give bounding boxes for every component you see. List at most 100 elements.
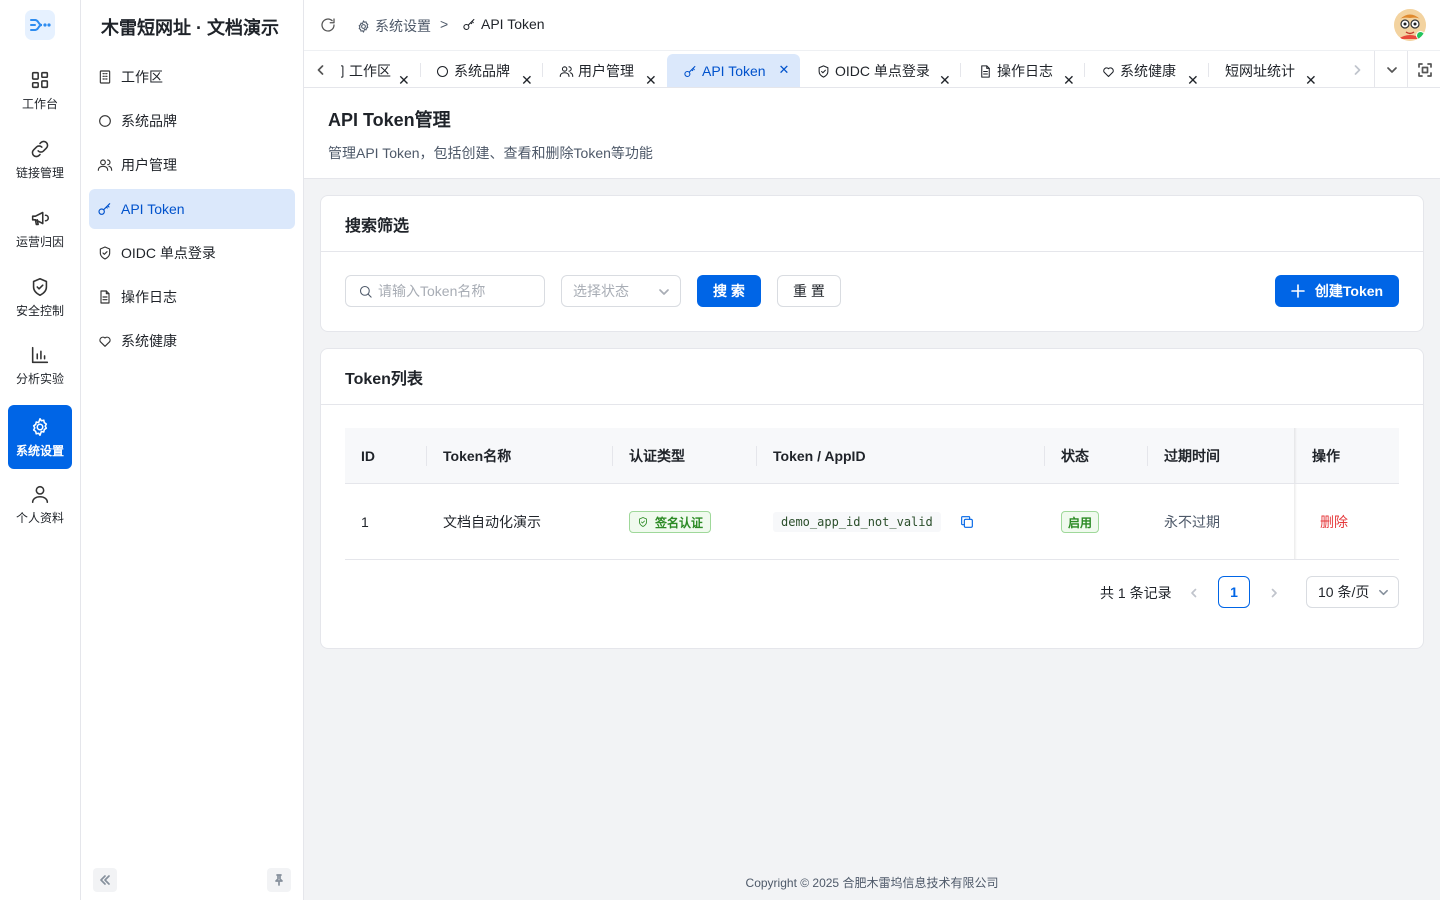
link-icon (31, 140, 49, 158)
collapse-sidebar-button[interactable] (93, 868, 117, 892)
column-divider (612, 446, 613, 466)
users-icon (559, 65, 574, 77)
status-badge: 启用 (1061, 511, 1100, 533)
cell-name: 文档自动化演示 (443, 514, 541, 530)
app-logo[interactable] (25, 10, 55, 40)
sidebar-item-label: API Token (121, 201, 185, 217)
create-token-button[interactable]: 创建Token (1275, 275, 1399, 307)
close-icon[interactable]: ✕ (1187, 63, 1199, 88)
copy-icon[interactable] (959, 514, 975, 530)
rail-item-security[interactable]: 安全控制 (8, 265, 72, 329)
search-button[interactable]: 搜 索 (697, 275, 761, 307)
search-placeholder: 请输入Token名称 (378, 283, 486, 299)
breadcrumb-current: API Token (462, 16, 545, 32)
tab-logs[interactable]: 操作日志 (978, 54, 1053, 87)
rail-item-dashboard[interactable]: 工作台 (8, 58, 72, 122)
reset-button[interactable]: 重 置 (777, 275, 841, 307)
close-icon[interactable]: ✕ (645, 63, 657, 88)
sidebar-item-branding[interactable]: 系统品牌 (89, 101, 295, 141)
page-description: 管理API Token，包括创建、查看和删除Token等功能 (328, 145, 653, 161)
document-icon (100, 290, 110, 304)
sidebar-item-label: 用户管理 (121, 157, 177, 173)
rail-item-label: 分析实验 (15, 372, 64, 386)
tab-users[interactable]: 用户管理 (559, 54, 634, 87)
close-icon[interactable]: ✕ (1063, 63, 1075, 88)
rail-item-analytics[interactable]: 分析实验 (8, 333, 72, 397)
rail-item-profile[interactable]: 个人资料 (8, 472, 72, 536)
filter-card-title: 搜索筛选 (321, 196, 1423, 252)
page-size-select[interactable]: 10 条/页 (1306, 576, 1399, 608)
sidebar-item-api-token[interactable]: API Token (89, 189, 295, 229)
delete-button[interactable]: 删除 (1320, 484, 1348, 560)
create-token-label: 创建Token (1314, 283, 1384, 299)
column-divider (426, 446, 427, 466)
tab-url-stats[interactable]: 短网址统计 (1225, 54, 1295, 87)
page-header: API Token管理 管理API Token，包括创建、查看和删除Token等… (304, 88, 1440, 179)
tab-api-token[interactable]: API Token ✕ (667, 54, 800, 87)
tab-label: API Token (702, 63, 766, 79)
sidebar: 木雷短网址 · 文档演示 工作区 系统品牌 用户管理 API Token OID… (81, 0, 304, 900)
tab-label: 短网址统计 (1225, 63, 1295, 79)
double-chevron-left-icon (100, 875, 110, 885)
tab-oidc[interactable]: OIDC 单点登录 (816, 54, 930, 87)
breadcrumb-parent[interactable]: 系统设置 (356, 16, 431, 36)
breadcrumb-parent-label: 系统设置 (375, 18, 431, 34)
tabs-scroll-right-button[interactable] (1340, 51, 1374, 87)
auth-type-badge: 签名认证 (629, 511, 712, 533)
close-icon[interactable]: ✕ (521, 63, 533, 88)
icon-rail: 工作台 链接管理 运营归因 安全控制 分析实验 系统设置 个人资料 (0, 0, 81, 900)
gear-icon (358, 19, 369, 33)
sidebar-item-logs[interactable]: 操作日志 (89, 277, 295, 317)
column-divider (1044, 446, 1045, 466)
sidebar-item-label: 系统健康 (121, 333, 177, 349)
breadcrumb-current-label: API Token (481, 16, 545, 32)
rail-item-settings[interactable]: 系统设置 (8, 405, 72, 469)
tabs-menu-button[interactable] (1374, 51, 1408, 87)
page-size-value: 10 条/页 (1318, 584, 1370, 600)
close-icon[interactable]: ✕ (398, 63, 410, 88)
cell-expires: 永不过期 (1164, 514, 1220, 530)
rail-item-label: 运营归因 (15, 235, 64, 249)
sidebar-item-health[interactable]: 系统健康 (89, 321, 295, 361)
prev-page-button[interactable] (1184, 577, 1204, 609)
rail-item-links[interactable]: 链接管理 (8, 127, 72, 191)
page-title: API Token管理 (328, 110, 451, 130)
sidebar-item-users[interactable]: 用户管理 (89, 145, 295, 185)
token-table: ID Token名称 认证类型 Token / AppID 状态 过期时间 操作… (345, 428, 1399, 561)
sidebar-item-workspace[interactable]: 工作区 (89, 57, 295, 97)
pin-sidebar-button[interactable] (267, 868, 291, 892)
chevron-down-icon (659, 289, 669, 295)
rail-item-attribution[interactable]: 运营归因 (8, 196, 72, 260)
sidebar-item-oidc[interactable]: OIDC 单点登录 (89, 233, 295, 273)
avatar[interactable] (1394, 9, 1426, 41)
refresh-icon[interactable] (319, 16, 337, 34)
tab-workspace[interactable]: 工作区 (341, 54, 391, 87)
close-icon[interactable]: ✕ (777, 63, 791, 77)
chevron-right-icon (1271, 588, 1277, 598)
document-icon (981, 64, 990, 78)
user-icon (31, 485, 49, 504)
dashboard-icon (31, 71, 49, 89)
circle-icon (436, 65, 449, 77)
fullscreen-button[interactable] (1407, 51, 1440, 87)
tab-divider (960, 63, 961, 77)
gear-icon (32, 417, 48, 437)
status-select[interactable]: 选择状态 (561, 275, 681, 307)
close-icon[interactable]: ✕ (939, 63, 951, 88)
column-header-name: Token名称 (443, 447, 512, 464)
tab-health[interactable]: 系统健康 (1101, 54, 1176, 87)
close-icon[interactable]: ✕ (1305, 63, 1317, 88)
column-header-expires: 过期时间 (1164, 447, 1220, 464)
table-row: 1 文档自动化演示 签名认证 demo_app_id_not_valid 启用 … (345, 483, 1399, 560)
sidebar-item-label: OIDC 单点登录 (121, 245, 216, 261)
sidebar-item-label: 系统品牌 (121, 113, 177, 129)
tabs-scroll-left-button[interactable] (304, 51, 338, 87)
tab-divider (1084, 63, 1085, 77)
cell-auth-type: 签名认证 (629, 484, 712, 560)
next-page-button[interactable] (1264, 577, 1284, 609)
building-icon (99, 70, 111, 84)
tab-branding[interactable]: 系统品牌 (435, 54, 510, 87)
search-input[interactable]: 请输入Token名称 (345, 275, 545, 307)
page-button-current[interactable]: 1 (1218, 576, 1250, 608)
top-bar: 系统设置 > API Token (304, 0, 1440, 50)
